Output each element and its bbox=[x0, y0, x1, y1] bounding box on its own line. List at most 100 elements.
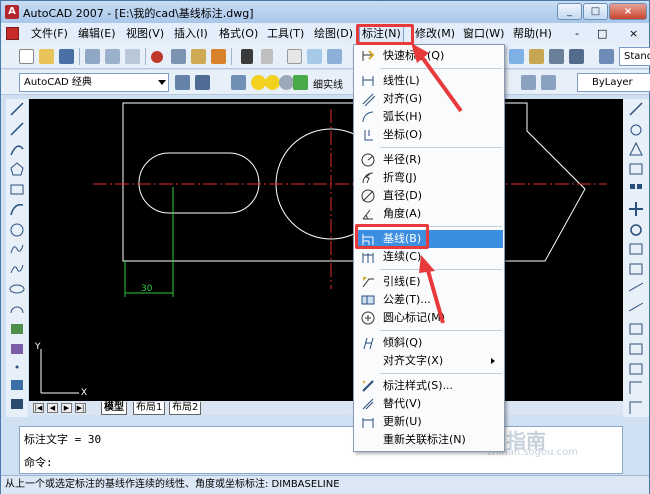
menu-file[interactable]: 文件(F) bbox=[29, 26, 70, 42]
menu-insert[interactable]: 插入(I) bbox=[172, 26, 210, 42]
preview-icon[interactable] bbox=[105, 49, 120, 64]
prev-tab-icon[interactable]: ◀ bbox=[47, 403, 58, 413]
make-current-icon[interactable] bbox=[521, 75, 536, 90]
workspace-settings-icon[interactable] bbox=[175, 75, 190, 90]
layer-previous-icon[interactable] bbox=[541, 75, 556, 90]
modify-tools-icons bbox=[628, 102, 644, 414]
autocad-logo-icon: A bbox=[5, 5, 19, 19]
redo-icon[interactable] bbox=[261, 49, 273, 64]
menu-item-dim-style[interactable]: 标注样式(S)... bbox=[355, 377, 503, 395]
autocad-window: A AutoCAD 2007 - [E:\我的cad\基线标注.dwg] _ □… bbox=[0, 0, 650, 494]
doc-minimize-button[interactable]: - bbox=[573, 26, 581, 42]
layer-name[interactable]: 细实线 bbox=[313, 76, 343, 91]
window-title: AutoCAD 2007 - [E:\我的cad\基线标注.dwg] bbox=[23, 7, 254, 20]
doc-restore-button[interactable]: □ bbox=[595, 26, 609, 42]
pan-icon[interactable] bbox=[287, 49, 302, 64]
close-button[interactable]: × bbox=[609, 3, 647, 20]
drawing-canvas[interactable]: 30 Y X bbox=[29, 99, 623, 401]
properties-icon[interactable] bbox=[509, 49, 524, 64]
menu-draw[interactable]: 绘图(D) bbox=[312, 26, 355, 42]
workspace-save-icon[interactable] bbox=[195, 75, 210, 90]
ucs-y-label: Y bbox=[34, 342, 41, 352]
menu-item-override[interactable]: 替代(V) bbox=[355, 395, 503, 413]
design-center-icon[interactable] bbox=[529, 49, 544, 64]
restore-button[interactable]: □ bbox=[583, 3, 608, 20]
menu-separator bbox=[380, 373, 502, 374]
dim-style-icon bbox=[362, 380, 374, 392]
chevron-down-icon bbox=[158, 80, 166, 85]
quick-dim-icon bbox=[362, 50, 375, 61]
match-properties-icon[interactable] bbox=[211, 49, 226, 64]
tab-model[interactable]: 模型 bbox=[101, 402, 127, 415]
paste-icon[interactable] bbox=[191, 49, 206, 64]
linear-dim-icon bbox=[362, 76, 374, 86]
tab-layout2[interactable]: 布局2 bbox=[169, 402, 202, 415]
diameter-icon bbox=[361, 189, 375, 203]
menu-help[interactable]: 帮助(H) bbox=[511, 26, 554, 42]
layer-manager-icon[interactable] bbox=[231, 75, 246, 90]
layout-tabs: |◀ ◀ ▶ ▶| 模型 布局1 布局2 bbox=[29, 401, 623, 415]
toolbar-separator bbox=[145, 48, 146, 65]
menu-format[interactable]: 格式(O) bbox=[217, 26, 260, 42]
doc-close-button[interactable]: × bbox=[627, 26, 640, 42]
publish-icon[interactable] bbox=[125, 49, 140, 64]
layer-freeze-icon[interactable] bbox=[265, 75, 280, 90]
menu-window[interactable]: 窗口(W) bbox=[461, 26, 506, 42]
toolbar-separator bbox=[79, 48, 80, 65]
cut-icon[interactable] bbox=[151, 51, 163, 63]
last-tab-icon[interactable]: ▶| bbox=[75, 403, 86, 413]
document-icon[interactable] bbox=[6, 27, 19, 40]
angular-icon bbox=[362, 209, 373, 220]
arc-length-icon bbox=[362, 111, 374, 123]
print-icon[interactable] bbox=[85, 49, 100, 64]
open-icon[interactable] bbox=[39, 49, 54, 64]
menu-view[interactable]: 视图(V) bbox=[124, 26, 166, 42]
workspace-value: AutoCAD 经典 bbox=[24, 77, 92, 88]
text-style-icon[interactable] bbox=[599, 49, 614, 64]
title-bar: A AutoCAD 2007 - [E:\我的cad\基线标注.dwg] _ □… bbox=[1, 1, 649, 23]
modify-toolbar bbox=[623, 99, 649, 417]
chevron-right-icon bbox=[491, 358, 495, 364]
markup-icon[interactable] bbox=[569, 49, 584, 64]
menu-item-reassociate[interactable]: 重新关联标注(N) bbox=[355, 431, 503, 449]
minimize-button[interactable]: _ bbox=[557, 3, 582, 20]
next-tab-icon[interactable]: ▶ bbox=[61, 403, 72, 413]
text-style-select[interactable]: Stand bbox=[619, 47, 650, 66]
menu-edit[interactable]: 编辑(E) bbox=[76, 26, 118, 42]
menu-item-oblique[interactable]: 倾斜(Q) bbox=[355, 334, 503, 352]
menu-bar: 文件(F) 编辑(E) 视图(V) 插入(I) 格式(O) 工具(T) 绘图(D… bbox=[1, 23, 649, 44]
first-tab-icon[interactable]: |◀ bbox=[33, 403, 44, 413]
draw-tools-icons bbox=[9, 102, 25, 409]
menu-item-update[interactable]: 更新(U) bbox=[355, 413, 503, 431]
override-icon bbox=[362, 398, 374, 410]
toolbar-separator bbox=[231, 48, 232, 65]
new-icon[interactable] bbox=[19, 49, 34, 64]
calculator-icon[interactable] bbox=[549, 49, 564, 64]
layer-on-icon[interactable] bbox=[251, 75, 266, 90]
tab-layout1[interactable]: 布局1 bbox=[133, 402, 166, 415]
ucs-x-label: X bbox=[81, 388, 87, 398]
zoom-icon[interactable] bbox=[307, 49, 322, 64]
copy-icon[interactable] bbox=[171, 49, 186, 64]
standard-toolbar: Stand bbox=[1, 44, 650, 69]
zoom-window-icon[interactable] bbox=[327, 49, 342, 64]
tolerance-icon bbox=[361, 295, 375, 305]
draw-toolbar bbox=[6, 99, 28, 417]
menu-modify[interactable]: 修改(M) bbox=[413, 26, 457, 42]
update-icon bbox=[362, 418, 374, 428]
oblique-icon bbox=[363, 337, 374, 350]
undo-icon[interactable] bbox=[241, 49, 253, 64]
continue-icon bbox=[362, 253, 374, 263]
annotation-arrows bbox=[411, 43, 463, 324]
menu-tools[interactable]: 工具(T) bbox=[265, 26, 306, 42]
layer-lock-icon[interactable] bbox=[279, 75, 294, 90]
layer-color-icon[interactable] bbox=[293, 75, 308, 90]
color-select[interactable]: ByLayer bbox=[577, 73, 650, 92]
menu-item-align-text[interactable]: 对齐文字(X) bbox=[355, 352, 503, 370]
save-icon[interactable] bbox=[59, 49, 74, 64]
leader-icon bbox=[362, 277, 374, 288]
radius-icon bbox=[361, 153, 375, 167]
command-prompt[interactable]: 命令: bbox=[24, 454, 53, 470]
workspace-select[interactable]: AutoCAD 经典 bbox=[19, 73, 169, 92]
drawing-geometry: 30 Y X bbox=[34, 102, 607, 398]
